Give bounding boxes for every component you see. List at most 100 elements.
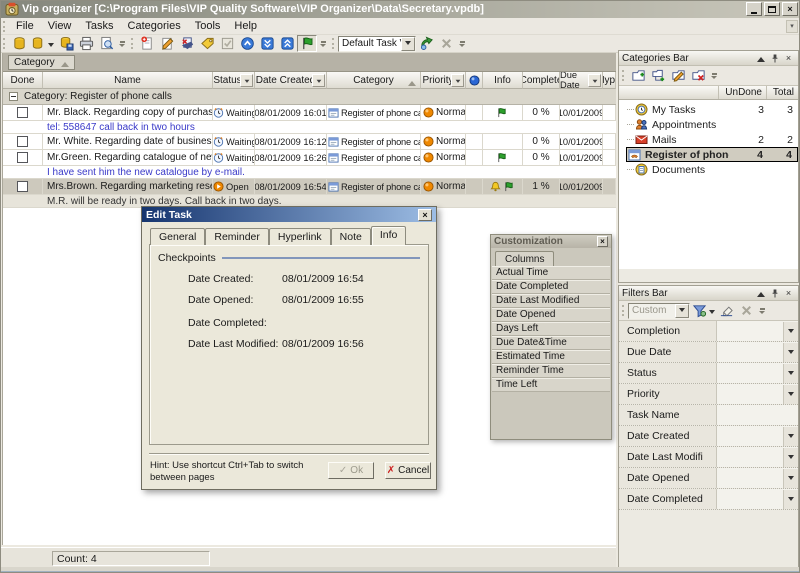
- undone-column-header[interactable]: UnDone: [718, 86, 766, 99]
- view-combobox[interactable]: Default Task V: [338, 36, 416, 52]
- categories-close-button[interactable]: ×: [782, 52, 795, 64]
- new-subcategory-button[interactable]: [648, 67, 668, 85]
- status-filter-dropdown[interactable]: [783, 364, 798, 383]
- header-name[interactable]: Name: [43, 72, 213, 89]
- filters-close-button[interactable]: ×: [782, 287, 795, 299]
- toolbar-overflow[interactable]: [458, 36, 466, 51]
- column-item[interactable]: Due Date&Time: [492, 336, 610, 350]
- dialog-close-button[interactable]: ×: [418, 209, 432, 221]
- menu-view[interactable]: View: [41, 19, 79, 33]
- new-task-button[interactable]: [137, 35, 157, 52]
- header-importance[interactable]: [466, 72, 483, 89]
- header-info[interactable]: Info: [483, 72, 523, 89]
- filters-pin-button[interactable]: [768, 287, 781, 299]
- new-category-button[interactable]: [628, 67, 648, 85]
- column-item[interactable]: Date Completed: [492, 280, 610, 294]
- move-up-button[interactable]: [277, 35, 297, 52]
- edit-category-button[interactable]: [668, 67, 688, 85]
- done-checkbox[interactable]: [17, 107, 28, 118]
- tab-note[interactable]: Note: [331, 228, 371, 245]
- due-date-filter-button[interactable]: [588, 74, 601, 87]
- date-completed-filter-dropdown[interactable]: [783, 490, 798, 509]
- filter-preset-dropdown[interactable]: [675, 304, 689, 318]
- completion-filter-dropdown[interactable]: [783, 322, 798, 341]
- complete-task-button[interactable]: [217, 35, 237, 52]
- column-item[interactable]: Estimated Time: [492, 350, 610, 364]
- view-combobox-dropdown[interactable]: [401, 37, 415, 51]
- category-item-my-tasks[interactable]: My Tasks 3 3: [619, 102, 798, 117]
- column-item[interactable]: Reminder Time: [492, 364, 610, 378]
- columns-tab[interactable]: Columns: [495, 251, 554, 266]
- clear-filter-button[interactable]: [716, 302, 736, 320]
- filters-toolbar-grip[interactable]: [622, 305, 625, 316]
- toolbar-grip[interactable]: [131, 38, 134, 49]
- filters-collapse-button[interactable]: [754, 287, 767, 299]
- categories-toolbar-grip[interactable]: [622, 70, 625, 81]
- header-priority[interactable]: Priority: [421, 72, 466, 89]
- header-complete[interactable]: Complete: [523, 72, 560, 89]
- task-row-selected[interactable]: Mrs.Brown. Regarding marketing research.…: [3, 179, 616, 195]
- delete-task-button[interactable]: [177, 35, 197, 52]
- group-row[interactable]: Category: Register of phone calls: [3, 89, 616, 105]
- clear-view-button[interactable]: [436, 35, 456, 52]
- date-created-filter-button[interactable]: [312, 74, 325, 87]
- categories-pin-button[interactable]: [768, 52, 781, 64]
- task-row[interactable]: Mr. Black. Regarding copy of purchasing …: [3, 105, 616, 121]
- menu-help[interactable]: Help: [227, 19, 264, 33]
- minimize-button[interactable]: [746, 2, 762, 16]
- column-item[interactable]: Days Left: [492, 322, 610, 336]
- customization-close-button[interactable]: ×: [597, 236, 608, 247]
- backup-database-button[interactable]: [9, 35, 29, 52]
- tab-hyperlink[interactable]: Hyperlink: [269, 228, 331, 245]
- toolbar-grip[interactable]: [332, 38, 335, 49]
- edit-task-button[interactable]: [157, 35, 177, 52]
- priority-filter-button[interactable]: [451, 74, 464, 87]
- category-item-documents[interactable]: Documents: [619, 162, 798, 177]
- delete-category-button[interactable]: [688, 67, 708, 85]
- tab-reminder[interactable]: Reminder: [205, 228, 269, 245]
- header-category[interactable]: Category: [327, 72, 421, 89]
- toolbar-overflow[interactable]: [319, 36, 327, 51]
- group-by-field[interactable]: Category: [8, 55, 75, 70]
- category-tag-button[interactable]: [197, 35, 217, 52]
- toolbar-overflow[interactable]: [118, 36, 126, 51]
- date-opened-filter-dropdown[interactable]: [783, 469, 798, 488]
- column-item[interactable]: Time Left: [492, 378, 610, 392]
- priority-up-button[interactable]: [237, 35, 257, 52]
- menu-tools[interactable]: Tools: [188, 19, 228, 33]
- task-row[interactable]: Mr. White. Regarding date of business me…: [3, 134, 616, 150]
- done-checkbox[interactable]: [17, 181, 28, 192]
- collapse-group-icon[interactable]: [9, 92, 18, 101]
- categories-collapse-button[interactable]: [754, 52, 767, 64]
- toolbar-grip[interactable]: [3, 38, 6, 49]
- tab-general[interactable]: General: [150, 228, 205, 245]
- status-filter-button[interactable]: [240, 74, 253, 87]
- apply-filter-button[interactable]: [690, 302, 716, 320]
- task-note-row[interactable]: I have sent him the new catalogue by e-m…: [3, 166, 616, 179]
- done-checkbox[interactable]: [17, 152, 28, 163]
- menu-grip[interactable]: [3, 21, 6, 32]
- task-row[interactable]: Mr.Green. Regarding catalogue of new Wai…: [3, 150, 616, 166]
- move-down-button[interactable]: [257, 35, 277, 52]
- header-date-created[interactable]: Date Created: [255, 72, 327, 89]
- total-column-header[interactable]: Total: [766, 86, 798, 99]
- close-button[interactable]: ×: [782, 2, 798, 16]
- column-item[interactable]: Date Last Modified: [492, 294, 610, 308]
- priority-filter-dropdown[interactable]: [783, 385, 798, 404]
- ok-button[interactable]: ✓Ok: [328, 462, 374, 479]
- done-checkbox[interactable]: [17, 136, 28, 147]
- header-due-date[interactable]: Due Date: [560, 72, 603, 89]
- save-database-button[interactable]: [56, 35, 76, 52]
- print-preview-button[interactable]: [96, 35, 116, 52]
- filter-preset-combobox[interactable]: Custom: [628, 303, 690, 319]
- cancel-button[interactable]: ✗Cancel: [385, 462, 431, 479]
- flag-toggle-button[interactable]: [297, 35, 317, 52]
- menu-overflow-button[interactable]: ▾: [786, 20, 798, 33]
- category-item-register-of-phone-calls[interactable]: Register of phone calls 4 4: [626, 147, 798, 162]
- filters-toolbar-overflow[interactable]: [758, 303, 766, 318]
- tab-info[interactable]: Info: [371, 226, 407, 245]
- due-date-filter-dropdown[interactable]: [783, 343, 798, 362]
- apply-view-button[interactable]: [416, 35, 436, 52]
- categories-toolbar-overflow[interactable]: [710, 68, 718, 83]
- header-hyperlink[interactable]: Hype: [603, 72, 616, 89]
